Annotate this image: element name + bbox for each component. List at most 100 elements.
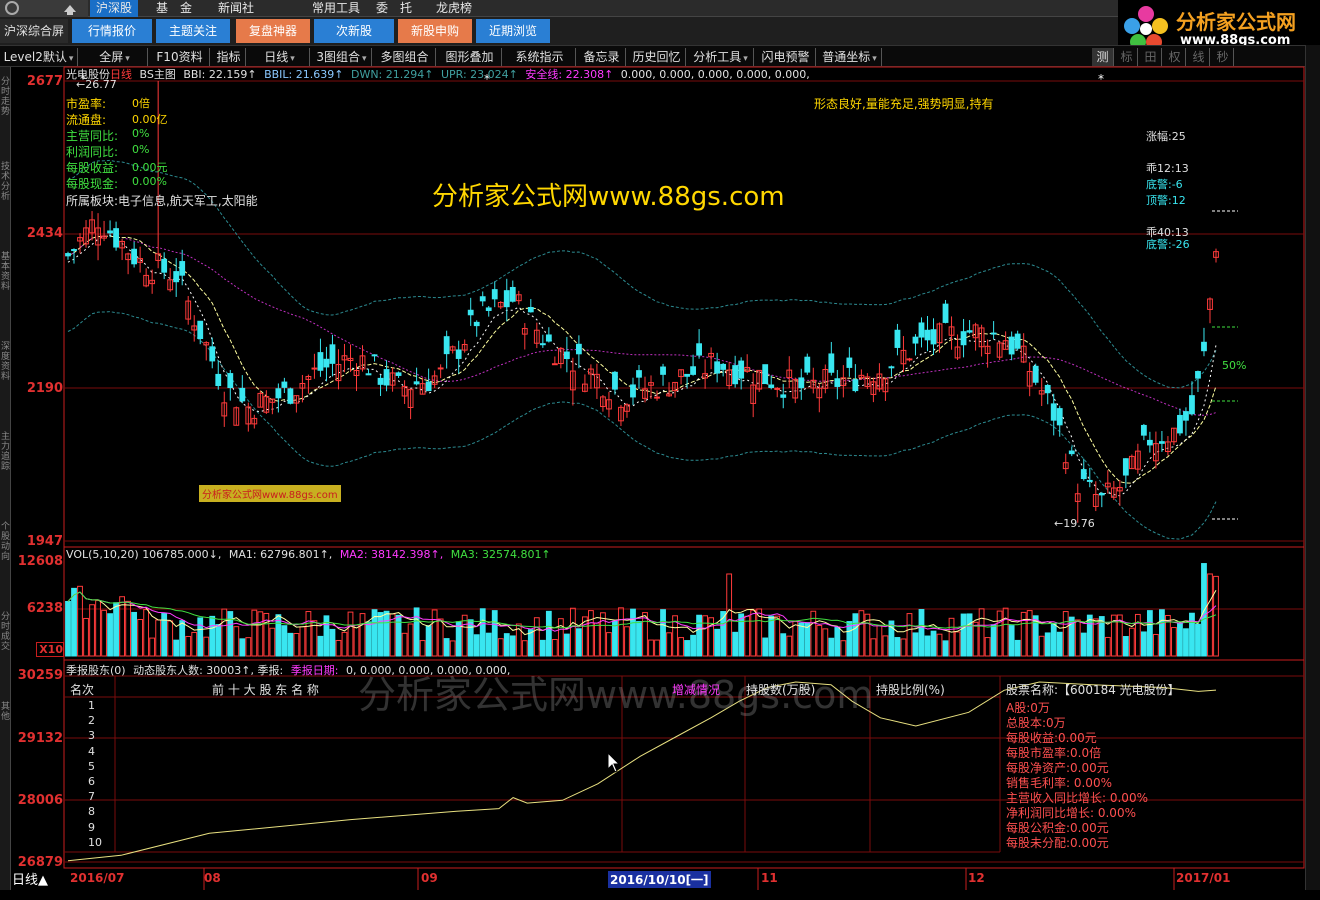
volume-bar — [588, 610, 594, 657]
volume-bar — [714, 628, 721, 657]
rank-number: 5 — [88, 759, 95, 773]
info-key: 流通盘: — [66, 113, 107, 127]
candle-body — [329, 344, 336, 364]
volume-bar — [666, 632, 672, 657]
volume-bar — [1171, 627, 1177, 657]
indicator-name: BS主图 — [139, 68, 176, 81]
volume-bar — [521, 640, 528, 657]
fifty-pct-label: 50% — [1222, 359, 1247, 372]
volume-bar — [239, 638, 246, 657]
right-scrollbar[interactable] — [1305, 45, 1320, 890]
bbil-value: BBIL: 21.639↑ — [264, 68, 344, 81]
dwn-value: DWN: 21.294↑ — [350, 68, 434, 81]
volume-bar — [882, 635, 889, 657]
candle-body — [732, 365, 739, 385]
kline-chart[interactable]: * * * — [0, 0, 1305, 900]
candle-body — [738, 360, 745, 379]
volume-bar — [311, 620, 318, 657]
info-value: 0% — [132, 143, 150, 156]
candle-body — [539, 343, 546, 346]
volume-bar — [924, 635, 931, 657]
info-key: 每股现金: — [66, 177, 119, 191]
bbi-line — [67, 235, 1217, 484]
candle-body — [690, 366, 696, 375]
x-axis-label: 12 — [968, 871, 985, 885]
candle-body — [714, 361, 721, 374]
candle-body — [1044, 384, 1051, 394]
vol-axis-label: 12608 — [17, 554, 63, 569]
volume-bar — [341, 631, 348, 657]
candle-body — [365, 373, 372, 376]
candle-body — [1140, 424, 1147, 436]
candle-body — [828, 353, 835, 373]
rank-number: 1 — [88, 699, 95, 712]
volume-bar — [648, 639, 654, 657]
volume-bar — [485, 632, 492, 657]
candle-body — [437, 367, 444, 370]
volume-bar — [287, 632, 294, 657]
volume-bar — [251, 609, 258, 657]
volume-bar — [89, 604, 95, 657]
volume-bar — [1014, 639, 1021, 657]
candle-body — [383, 369, 390, 386]
price-axis-label: 2190 — [26, 381, 63, 396]
volume-bar — [305, 611, 312, 657]
info-key: 主营同比: — [66, 129, 119, 143]
period-toggle-button[interactable]: 日线▲ — [12, 869, 48, 888]
volume-bar — [654, 639, 660, 657]
volume-bar — [1159, 609, 1165, 657]
volume-bar — [167, 620, 174, 657]
volume-bar — [942, 640, 949, 657]
volume-bar — [936, 633, 943, 657]
candle-body — [834, 378, 841, 387]
lower-band-line — [67, 311, 1217, 540]
candle-body — [780, 394, 787, 398]
dynamic-holders: 动态股东人数: 30003↑, — [133, 664, 255, 677]
volume-bar — [185, 635, 192, 657]
volume-bar — [1207, 573, 1213, 657]
volume-bar — [197, 617, 204, 657]
volume-bar — [762, 637, 769, 657]
volume-bar — [221, 608, 228, 657]
volume-bar — [215, 624, 222, 657]
candle-body — [924, 329, 931, 341]
candle-body — [918, 322, 925, 338]
extra-values: 0.000, 0.000, 0.000, 0.000, 0.000, — [620, 68, 810, 81]
volume-bar — [509, 635, 516, 657]
candle-body — [563, 351, 570, 359]
volume-bar — [143, 609, 150, 657]
candle-body — [317, 352, 324, 371]
candle-body — [1122, 458, 1129, 476]
candle-body — [774, 387, 781, 390]
volume-bar — [798, 622, 805, 657]
candle-body — [1086, 479, 1093, 482]
volume-bar — [101, 609, 107, 657]
volume-bar — [966, 613, 973, 657]
volume-bar — [600, 612, 606, 657]
low-mark: ←19.76 — [1054, 517, 1095, 530]
rank-number: 2 — [88, 714, 95, 728]
x-axis-label: 2016/07 — [70, 871, 125, 885]
candle-body — [443, 336, 450, 355]
col-rank: 名次 — [70, 683, 95, 697]
rank-number: 8 — [88, 805, 95, 819]
candle-body — [1068, 450, 1075, 455]
volume-bar — [906, 613, 913, 657]
candle-body — [503, 290, 510, 308]
price-axis-label: 1947 — [26, 534, 63, 549]
info-key: 每股收益: — [66, 161, 119, 175]
volume-bar — [1146, 610, 1153, 657]
rank-number: 3 — [88, 729, 95, 743]
safe-line-value: 22.308↑ — [565, 68, 614, 81]
candle-body — [1008, 336, 1015, 355]
volume-bar — [443, 638, 450, 657]
vol-value: 106785.000↓, — [142, 548, 222, 561]
volume-bar — [227, 611, 234, 657]
volume-bar — [660, 609, 666, 657]
bbil-line — [67, 234, 1217, 497]
safe-line-label: 安全线: — [525, 68, 563, 81]
volume-bar — [377, 612, 384, 657]
volume-bar — [317, 635, 324, 657]
rank-number: 6 — [88, 775, 95, 788]
volume-bar — [437, 618, 444, 657]
